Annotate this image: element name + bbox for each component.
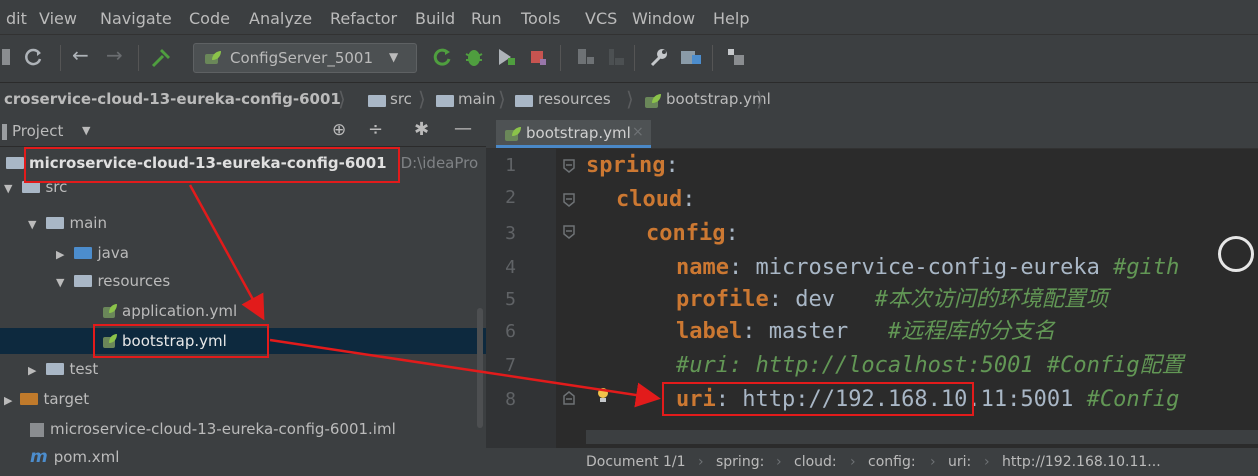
arrow-root-to-bootstrap — [188, 184, 265, 321]
annotation-arrows — [188, 184, 661, 408]
watermark-logo — [1218, 236, 1254, 272]
arrow-bootstrap-to-uri — [269, 338, 661, 408]
